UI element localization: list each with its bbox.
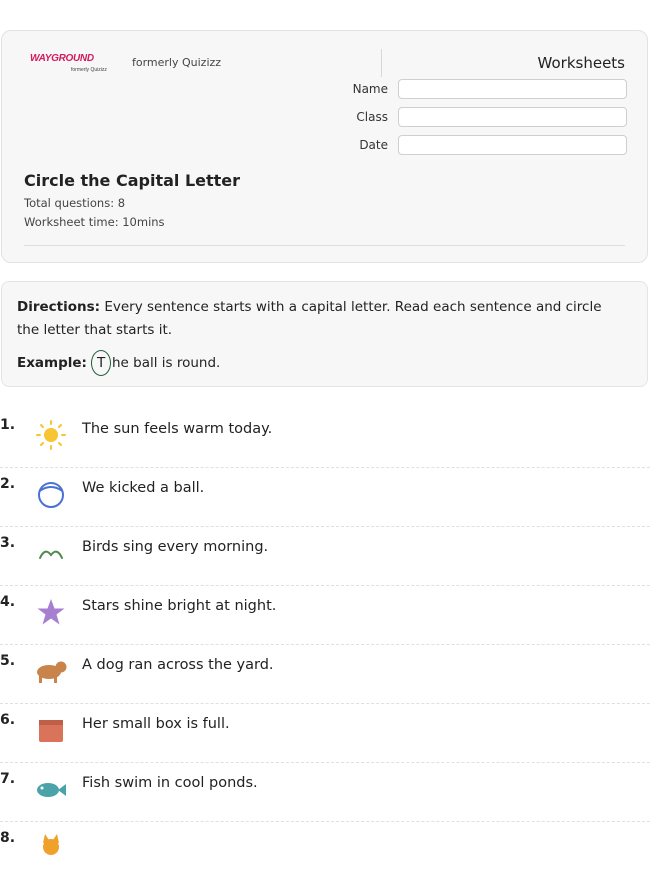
question-text: A dog ran across the yard. — [82, 657, 274, 673]
example-letter: T — [97, 355, 106, 371]
question-text: Stars shine bright at night. — [82, 598, 277, 614]
row-divider — [0, 644, 650, 646]
question-row: 7. Fish swim in cool ponds. — [0, 771, 650, 833]
worksheet-header: WAYGROUND formerly Quizizz formerly Quiz… — [1, 30, 648, 263]
row-divider — [0, 703, 650, 705]
class-field[interactable] — [398, 107, 627, 127]
worksheet-title: Circle the Capital Letter — [24, 171, 241, 190]
row-divider — [0, 467, 650, 469]
row-divider — [0, 526, 650, 528]
wayground-logo: WAYGROUND formerly Quizizz — [30, 53, 120, 75]
category-label: Worksheets — [537, 54, 625, 72]
question-row: 2. We kicked a ball. — [0, 476, 650, 538]
formerly-label: formerly Quizizz — [132, 56, 222, 69]
question-number: 1. — [0, 417, 16, 433]
question-row: 6. Her small box is full. — [0, 712, 650, 774]
directions-body: Every sentence starts with a capital let… — [17, 299, 602, 338]
directions-text: Directions: Every sentence starts with a… — [17, 296, 627, 342]
total-questions: Total questions: 8 — [24, 196, 126, 210]
question-number: 4. — [0, 594, 16, 610]
name-label: Name — [352, 82, 388, 96]
example-label: Example: — [17, 355, 87, 371]
question-text: Her small box is full. — [82, 716, 230, 732]
header-rule — [24, 245, 625, 246]
row-divider — [0, 585, 650, 587]
box-icon — [39, 720, 63, 742]
logo-subtext: formerly Quizizz — [71, 67, 107, 73]
logo-wordmark: WAYGROUND — [30, 53, 94, 64]
date-field[interactable] — [398, 135, 627, 155]
question-row: 4. Stars shine bright at night. — [0, 594, 650, 656]
example-sentence: he ball is round. — [112, 355, 221, 371]
header-divider — [381, 49, 382, 77]
question-row: 3. Birds sing every morning. — [0, 535, 650, 597]
directions-label: Directions: — [17, 299, 101, 315]
star-icon — [37, 599, 65, 625]
worksheet-time: Worksheet time: 10mins — [24, 215, 165, 229]
ball-icon — [38, 482, 64, 508]
row-divider — [0, 821, 650, 823]
dog-icon — [37, 661, 67, 683]
question-text: Fish swim in cool ponds. — [82, 775, 258, 791]
row-divider — [0, 762, 650, 764]
question-text: We kicked a ball. — [82, 480, 205, 496]
question-number: 5. — [0, 653, 16, 669]
question-text: Birds sing every morning. — [82, 539, 269, 555]
example-line: Example: T he ball is round. — [17, 350, 220, 378]
question-text: The sun feels warm today. — [82, 421, 273, 437]
question-row: 5. A dog ran across the yard. — [0, 653, 650, 715]
question-number: 6. — [0, 712, 16, 728]
question-number: 7. — [0, 771, 16, 787]
name-field[interactable] — [398, 79, 627, 99]
directions-box: Directions: Every sentence starts with a… — [1, 281, 648, 387]
question-row: 1. The sun feels warm today. — [0, 417, 650, 479]
question-number: 2. — [0, 476, 16, 492]
bird-icon — [39, 550, 63, 559]
date-label: Date — [359, 138, 388, 152]
question-number: 3. — [0, 535, 16, 551]
class-label: Class — [356, 110, 388, 124]
question-number: 8. — [0, 830, 16, 846]
cat-icon — [43, 834, 59, 855]
fish-icon — [37, 783, 66, 797]
sun-icon — [36, 420, 66, 450]
